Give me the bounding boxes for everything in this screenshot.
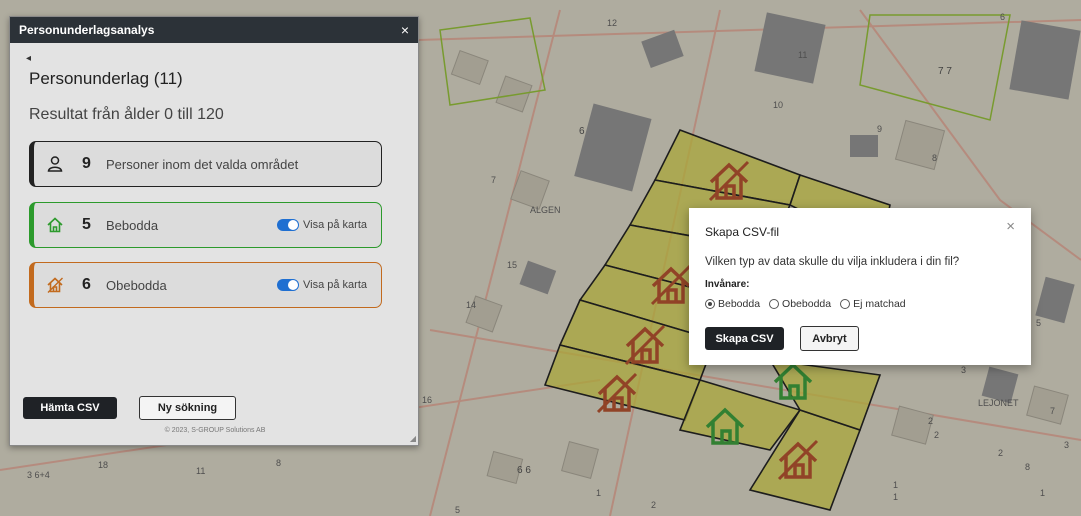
map-label: 5: [1036, 318, 1042, 328]
inhabited-label: Bebodda: [106, 217, 159, 233]
inhabited-count: 5: [82, 216, 91, 233]
uninhabited-house-marker[interactable]: [706, 158, 752, 204]
map-label: 1: [1040, 488, 1046, 498]
radio-obebodda[interactable]: Obebodda: [769, 298, 831, 310]
map-label: 9: [877, 124, 883, 134]
map-label: 2: [928, 416, 934, 426]
map-label: 3: [961, 365, 967, 375]
copyright-text: © 2023, S-GROUP Solutions AB: [164, 427, 266, 434]
map-label: 16: [422, 395, 433, 405]
cancel-button[interactable]: Avbryt: [800, 326, 859, 351]
map-label: 5: [455, 505, 461, 515]
map-label: 1: [596, 488, 602, 498]
create-csv-button[interactable]: Skapa CSV: [705, 327, 784, 350]
uninhabited-house-marker[interactable]: [648, 262, 694, 308]
analysis-panel: Personunderlagsanalys × ◂ Personunderlag…: [9, 16, 419, 446]
inhabited-house-marker[interactable]: [702, 403, 748, 449]
uninhabited-count: 6: [82, 276, 91, 293]
toggle-label: Visa på karta: [302, 219, 367, 231]
map-label: 3: [1064, 440, 1070, 450]
residents-radio-group: Bebodda Obebodda Ej matchad: [705, 298, 906, 310]
radio-unselected-icon[interactable]: [840, 299, 851, 309]
resize-handle-icon[interactable]: ◢: [410, 434, 416, 443]
close-icon[interactable]: ×: [401, 22, 409, 38]
house-crossed-icon: [44, 274, 66, 296]
map-label: 11: [196, 466, 206, 476]
map-label: 2: [998, 448, 1004, 458]
map-label: 6: [1000, 12, 1006, 22]
map-label: 8: [276, 458, 282, 468]
map-label: 14: [466, 300, 477, 310]
map-label: 10: [773, 100, 784, 110]
person-icon: [44, 153, 66, 175]
new-search-button[interactable]: Ny sökning: [139, 396, 236, 420]
map-label: 7 7: [938, 66, 952, 77]
show-uninhabited-toggle[interactable]: Visa på karta: [276, 279, 367, 291]
residents-label: Invånare:: [705, 279, 750, 290]
map-label: ALGEN: [530, 205, 561, 215]
dialog-question: Vilken typ av data skulle du vilja inklu…: [705, 256, 960, 268]
toggle-label: Visa på karta: [302, 279, 367, 291]
map-label: 12: [607, 18, 618, 28]
panel-titlebar: Personunderlagsanalys ×: [10, 17, 418, 43]
uninhabited-house-marker[interactable]: [775, 437, 821, 483]
map-label: 7: [1050, 406, 1056, 416]
radio-ej-matchad[interactable]: Ej matchad: [840, 298, 906, 310]
map-label: 11: [798, 50, 808, 60]
radio-label: Obebodda: [782, 298, 832, 310]
map-label: 2: [934, 430, 940, 440]
map-label: 15: [507, 260, 518, 270]
panel-title: Personunderlagsanalys: [19, 23, 155, 37]
toggle-switch[interactable]: [276, 279, 299, 291]
map-label: 18: [98, 460, 109, 470]
map-label: 2: [651, 500, 657, 510]
show-inhabited-toggle[interactable]: Visa på karta: [276, 219, 367, 231]
map-label: 7: [491, 175, 497, 185]
map-label: 8: [1025, 462, 1031, 472]
map-label: 6 6: [517, 465, 531, 476]
uninhabited-label: Obebodda: [106, 277, 167, 293]
map-label: 6: [579, 126, 585, 137]
radio-unselected-icon[interactable]: [769, 299, 780, 309]
persons-card: 9 Personer inom det valda området: [29, 141, 382, 187]
fetch-csv-button[interactable]: Hämta CSV: [23, 397, 117, 419]
map-label: 1: [893, 492, 899, 502]
map-label: 1: [893, 480, 899, 490]
uninhabited-house-marker[interactable]: [622, 322, 668, 368]
radio-label: Ej matchad: [853, 298, 906, 310]
map-label: 3 6+4: [27, 470, 50, 480]
dialog-title: Skapa CSV-fil: [705, 225, 780, 239]
persons-count: 9: [82, 155, 91, 172]
age-range-text: Resultat från ålder 0 till 120: [29, 106, 224, 123]
toggle-switch[interactable]: [276, 219, 299, 231]
map-label: 8: [932, 153, 938, 163]
inhabited-card: 5 Bebodda Visa på karta: [29, 202, 382, 248]
page-title: Personunderlag (11): [29, 69, 183, 88]
back-arrow-icon[interactable]: ◂: [26, 53, 31, 64]
radio-label: Bebodda: [718, 298, 761, 310]
persons-label: Personer inom det valda området: [106, 156, 299, 172]
uninhabited-card: 6 Obebodda Visa på karta: [29, 262, 382, 308]
create-csv-dialog: Skapa CSV-fil × Vilken typ av data skull…: [689, 208, 1031, 365]
radio-selected-icon[interactable]: [705, 299, 715, 309]
uninhabited-house-marker[interactable]: [594, 370, 640, 416]
close-icon[interactable]: ×: [1006, 218, 1015, 235]
radio-bebodda[interactable]: Bebodda: [705, 298, 760, 310]
house-icon: [44, 214, 66, 236]
map-label: LEJONET: [978, 398, 1019, 408]
